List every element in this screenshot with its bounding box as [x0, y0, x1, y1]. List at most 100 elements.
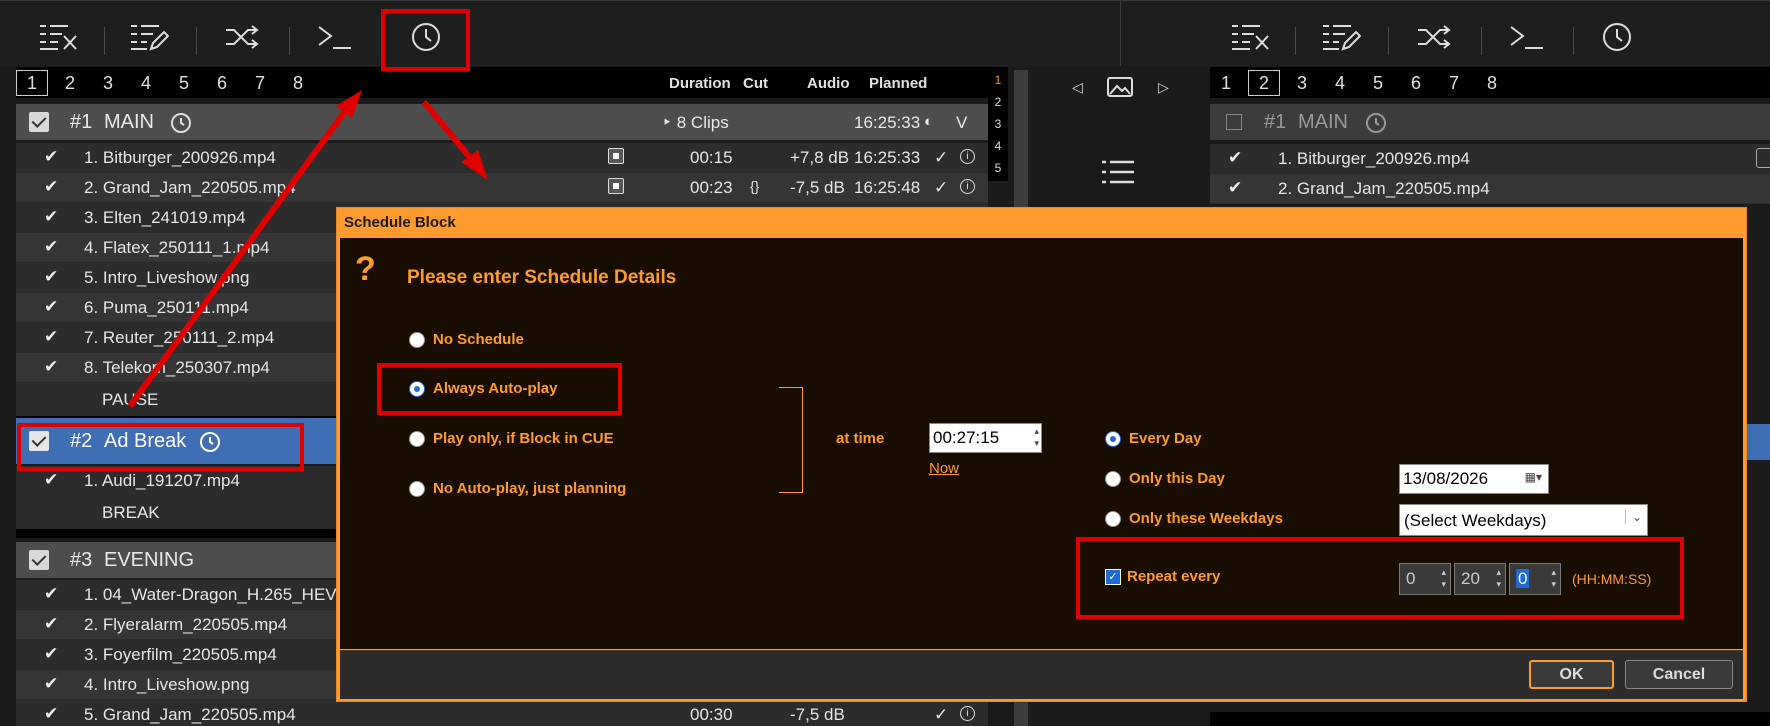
tab-3[interactable]: 3: [92, 70, 124, 96]
clear-list-icon[interactable]: [30, 15, 86, 59]
info-icon[interactable]: i: [960, 149, 975, 164]
edit-list-icon[interactable]: [121, 15, 177, 59]
info-icon[interactable]: i: [960, 179, 975, 194]
tab-2[interactable]: 2: [1248, 70, 1280, 96]
option-no-schedule-label[interactable]: No Schedule: [433, 331, 524, 348]
info-icon[interactable]: i: [960, 706, 975, 721]
tab-1[interactable]: 1: [1210, 70, 1242, 96]
check-icon: ✔: [44, 267, 59, 286]
option-always-autoplay-radio[interactable]: [409, 381, 425, 397]
left-page-tabs: 1 2 3 4 5 6 7 8 Duration Cut Audio Plann…: [16, 67, 988, 98]
block-name: Ad Break: [104, 430, 187, 452]
half-circle-icon[interactable]: ◐: [924, 113, 933, 130]
tab-4[interactable]: 4: [1324, 70, 1356, 96]
repeat-minutes[interactable]: 20 ▴ ▾: [1454, 563, 1506, 595]
repeat-checkbox[interactable]: ✓: [1105, 569, 1121, 585]
ruler-2: 2: [994, 95, 1002, 109]
repeat-label[interactable]: Repeat every: [1127, 568, 1220, 585]
collapse-icon[interactable]: V: [956, 113, 967, 133]
tab-8[interactable]: 8: [1476, 70, 1508, 96]
list-item[interactable]: ✔ 1. Bitburger_200926.mp4: [1210, 144, 1770, 174]
calendar-icon[interactable]: ▦▾: [1525, 470, 1542, 484]
clip-count[interactable]: ‣ 8 Clips: [662, 113, 729, 133]
list-item[interactable]: ✔ 2. Grand_Jam_220505.mp4: [1210, 174, 1770, 204]
tab-7[interactable]: 7: [1438, 70, 1470, 96]
edit-list-icon[interactable]: [1313, 15, 1369, 59]
ruler-1: 1: [994, 73, 1002, 87]
check-icon: ✔: [44, 147, 59, 166]
every-day-label[interactable]: Every Day: [1129, 430, 1202, 447]
tab-5[interactable]: 5: [168, 70, 200, 96]
clock-icon[interactable]: [199, 431, 221, 453]
block-checkbox[interactable]: [1226, 114, 1242, 130]
tab-5[interactable]: 5: [1362, 70, 1394, 96]
chevron-down-icon[interactable]: ⌄: [1624, 510, 1642, 524]
option-always-autoplay-label[interactable]: Always Auto-play: [433, 380, 557, 397]
repeat-hours[interactable]: 0 ▴ ▾: [1399, 563, 1451, 595]
block-checkbox[interactable]: [29, 550, 49, 570]
image-icon[interactable]: [1106, 75, 1134, 104]
check-icon: ✔: [44, 614, 59, 633]
tab-8[interactable]: 8: [282, 70, 314, 96]
dialog-title: Schedule Block: [337, 208, 1746, 238]
only-weekdays-radio[interactable]: [1105, 511, 1121, 527]
date-picker[interactable]: 13/08/2026 ▦▾: [1399, 464, 1549, 494]
option-play-if-cue-label[interactable]: Play only, if Block in CUE: [433, 430, 614, 447]
block-checkbox[interactable]: [29, 431, 49, 451]
check-icon: ✔: [44, 357, 59, 376]
console-icon[interactable]: [1497, 15, 1553, 59]
block-checkbox[interactable]: [29, 112, 49, 132]
list-icon[interactable]: [1100, 158, 1136, 193]
every-day-radio[interactable]: [1105, 431, 1121, 447]
now-link[interactable]: Now: [929, 460, 959, 477]
tab-3[interactable]: 3: [1286, 70, 1318, 96]
weekdays-select[interactable]: (Select Weekdays) ⌄: [1399, 504, 1648, 536]
clip-name: 8. Telekom_250307.mp4: [84, 358, 270, 377]
clip-cut: {}: [750, 178, 760, 194]
next-icon[interactable]: ▷: [1158, 79, 1169, 96]
audio-header: Audio: [807, 75, 850, 92]
console-icon[interactable]: [305, 15, 361, 59]
only-weekdays-label[interactable]: Only these Weekdays: [1129, 510, 1283, 527]
tab-2[interactable]: 2: [54, 70, 86, 96]
option-no-autoplay-label[interactable]: No Auto-play, just planning: [433, 480, 626, 497]
clip-name: 1. Bitburger_200926.mp4: [1278, 149, 1470, 168]
prev-icon[interactable]: ◁: [1072, 79, 1083, 96]
time-input[interactable]: 00:27:15 ▴ ▾: [929, 423, 1042, 453]
stop-icon[interactable]: [608, 148, 624, 164]
ok-mark: ✓: [934, 178, 949, 197]
cancel-button[interactable]: Cancel: [1625, 660, 1733, 689]
option-play-if-cue-radio[interactable]: [409, 431, 425, 447]
block-header-main[interactable]: #1 MAIN ‣ 8 Clips 16:25:33 ◐ V: [16, 104, 988, 140]
shuffle-icon[interactable]: [214, 15, 270, 59]
right-block-header-main[interactable]: #1 MAIN: [1210, 104, 1770, 140]
clock-icon[interactable]: [1589, 15, 1645, 59]
clip-name: 4. Intro_Liveshow.png: [84, 675, 250, 694]
tab-1[interactable]: 1: [16, 70, 48, 96]
clock-icon[interactable]: [170, 112, 192, 134]
clear-list-icon[interactable]: [1222, 15, 1278, 59]
pause-icon[interactable]: [1756, 148, 1770, 168]
tab-4[interactable]: 4: [130, 70, 162, 96]
tab-7[interactable]: 7: [244, 70, 276, 96]
block-number: #3: [70, 549, 93, 571]
only-this-day-label[interactable]: Only this Day: [1129, 470, 1225, 487]
clip-audio: -7,5 dB: [790, 178, 845, 197]
option-no-schedule-radio[interactable]: [409, 332, 425, 348]
ok-button[interactable]: OK: [1529, 660, 1614, 689]
list-item[interactable]: ✔ 1. Bitburger_200926.mp4 00:15 +7,8 dB 16:2…: [16, 143, 988, 173]
tab-6[interactable]: 6: [206, 70, 238, 96]
shuffle-icon[interactable]: [1406, 15, 1462, 59]
stop-icon[interactable]: [608, 178, 624, 194]
clock-icon[interactable]: [1365, 112, 1387, 134]
block-number: #1: [70, 111, 93, 133]
list-item[interactable]: ✔ 2. Grand_Jam_220505.mp4 00:23 {} -7,5 dB 16…: [16, 173, 988, 203]
list-item[interactable]: ✔ 5. Grand_Jam_220505.mp4 00:30 -7,5 dB ✓ i: [16, 700, 988, 726]
clock-icon[interactable]: [398, 15, 454, 59]
option-no-autoplay-radio[interactable]: [409, 481, 425, 497]
clip-name: 1. Audi_191207.mp4: [84, 471, 240, 490]
only-this-day-radio[interactable]: [1105, 471, 1121, 487]
block-name: MAIN: [104, 111, 154, 133]
repeat-seconds[interactable]: 0 ▴ ▾: [1509, 563, 1561, 595]
tab-6[interactable]: 6: [1400, 70, 1432, 96]
